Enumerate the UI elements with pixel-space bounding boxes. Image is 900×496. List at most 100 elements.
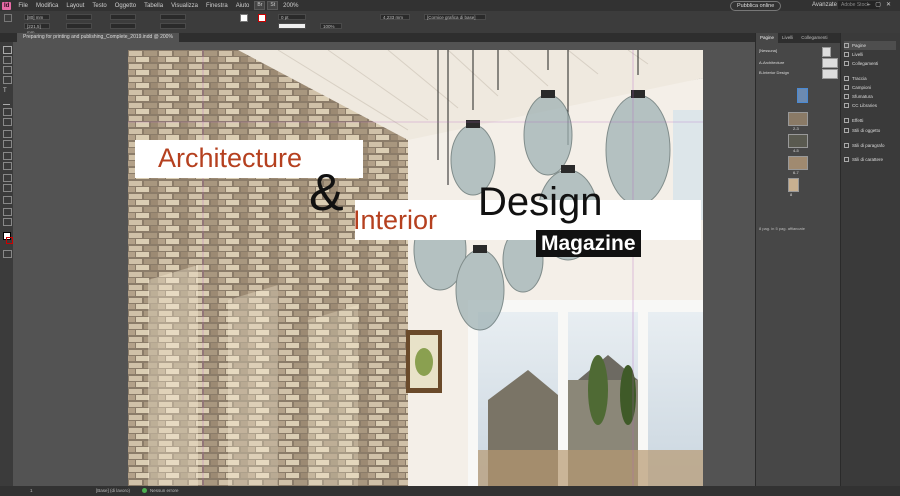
document-tab[interactable]: Preparing for printing and publishing_Co…	[17, 33, 179, 42]
master-none[interactable]: [Nessuna]	[759, 48, 777, 53]
rectangle-frame-tool-icon[interactable]	[3, 130, 12, 138]
spread-4-5-label: 4-5	[793, 148, 799, 153]
master-a-architecture[interactable]: A-Architecture	[759, 60, 784, 65]
fill-swatch-icon[interactable]	[240, 14, 248, 22]
page-tool-icon[interactable]	[3, 66, 12, 74]
stroke-weight-field[interactable]: 0 pt	[278, 14, 306, 20]
rectangle-tool-icon[interactable]	[3, 140, 12, 148]
stroke-swatch-icon[interactable]	[258, 14, 266, 22]
line-tool-icon[interactable]	[3, 98, 10, 105]
master-a-thumb[interactable]	[822, 58, 838, 68]
master-none-thumb[interactable]	[822, 47, 831, 57]
note-tool-icon[interactable]	[3, 184, 12, 192]
tab-pages[interactable]: Pagine	[756, 33, 779, 43]
magazine-cover-page[interactable]: Architecture & Interior Design Magazine	[128, 50, 703, 486]
panel-cc-libraries[interactable]: CC Libraries	[844, 101, 877, 110]
panel-layers[interactable]: Livelli	[844, 50, 863, 59]
page-1-thumb[interactable]	[797, 88, 808, 103]
document-tab-bar: Preparing for printing and publishing_Co…	[0, 33, 755, 42]
menu-finestra[interactable]: Finestra	[202, 3, 232, 9]
menu-oggetto[interactable]: Oggetto	[111, 3, 140, 9]
menu-file[interactable]: File	[14, 3, 32, 9]
rotation-field[interactable]	[160, 14, 186, 20]
view-mode-icon[interactable]	[3, 250, 12, 258]
zoom-level[interactable]: 200%	[279, 3, 302, 9]
panel-pages[interactable]: Pagine	[844, 41, 896, 50]
menu-modifica[interactable]: Modifica	[32, 3, 62, 9]
tab-layers[interactable]: Livelli	[778, 33, 797, 43]
menu-testo[interactable]: Testo	[88, 3, 110, 9]
opacity-field[interactable]: 100%	[320, 23, 342, 29]
control-bar: [80] mm [221,5] mm 0 pt 100% 4,233 mm [C…	[0, 11, 900, 35]
stock-button[interactable]: St	[267, 1, 279, 10]
workspace-switcher[interactable]: Avanzate	[812, 0, 837, 11]
page-number-field[interactable]: 1	[30, 488, 33, 494]
panel-object-styles[interactable]: Stili di oggetto	[844, 126, 880, 135]
tools-panel: T	[0, 42, 14, 486]
layers-icon	[844, 52, 849, 57]
hand-tool-icon[interactable]	[3, 208, 12, 216]
panel-swatches[interactable]: Campioni	[844, 83, 871, 92]
object-style-select[interactable]: [Cornice grafica di base]	[424, 14, 486, 20]
height-field[interactable]	[66, 23, 92, 29]
menu-visualizza[interactable]: Visualizza	[167, 3, 202, 9]
menu-tabella[interactable]: Tabella	[140, 3, 167, 9]
panel-dock: Pagine Livelli Collegamenti Traccia Camp…	[840, 33, 900, 486]
cover-title-design[interactable]: Design	[478, 180, 603, 225]
preflight-status-icon	[142, 488, 147, 493]
menu-layout[interactable]: Layout	[62, 3, 88, 9]
y-position-field[interactable]: [221,5] mm	[24, 23, 50, 35]
x-position-field[interactable]: [80] mm	[24, 14, 50, 20]
zoom-tool-icon[interactable]	[3, 218, 12, 226]
shear-field[interactable]	[160, 23, 186, 29]
menu-aiuto[interactable]: Aiuto	[232, 3, 254, 9]
cover-title-interior[interactable]: Interior	[353, 205, 437, 236]
pen-tool-icon[interactable]	[3, 108, 12, 116]
document-canvas[interactable]: Architecture & Interior Design Magazine	[13, 42, 755, 486]
master-b-interior-design[interactable]: B-Interior Design	[759, 70, 789, 75]
scale-y-field[interactable]	[110, 23, 136, 29]
pencil-tool-icon[interactable]	[3, 118, 12, 126]
free-transform-tool-icon[interactable]	[3, 162, 12, 170]
selection-tool-icon[interactable]	[3, 46, 12, 54]
spread-4-5-thumb[interactable]	[788, 134, 808, 148]
object-styles-icon	[844, 128, 849, 133]
cover-magazine-badge[interactable]: Magazine	[536, 230, 641, 257]
page-8-thumb[interactable]	[788, 178, 799, 192]
window-controls[interactable]: –▢✕	[867, 0, 896, 11]
panel-paragraph-styles[interactable]: Stili di paragrafo	[844, 141, 885, 150]
bridge-button[interactable]: Br	[254, 1, 266, 10]
master-b-thumb[interactable]	[822, 69, 838, 79]
publish-online-button[interactable]: Pubblica online	[730, 1, 782, 11]
pages-icon	[844, 43, 849, 48]
effects-icon	[844, 118, 849, 123]
preflight-profile[interactable]: [Base] (di lavoro)	[96, 488, 130, 494]
panel-stroke[interactable]: Traccia	[844, 74, 867, 83]
gradient-tool-icon[interactable]	[3, 174, 12, 182]
reference-point-icon[interactable]	[4, 14, 12, 22]
scale-x-field[interactable]	[110, 14, 136, 20]
status-bar: 1 [Base] (di lavoro) Nessun errore	[0, 486, 900, 496]
gap-tool-icon[interactable]	[3, 76, 12, 84]
panel-links[interactable]: Collegamenti	[844, 59, 878, 68]
width-field[interactable]	[66, 14, 92, 20]
panel-gradient[interactable]: Sfumatura	[844, 92, 873, 101]
spread-2-3-thumb[interactable]	[788, 112, 808, 126]
eyedropper-tool-icon[interactable]	[3, 196, 12, 204]
spread-6-7-thumb[interactable]	[788, 156, 808, 170]
pages-status: 8 pag. in 5 pag. affiancate	[759, 226, 805, 231]
panel-character-styles[interactable]: Stili di carattere	[844, 155, 883, 164]
stroke-type-select[interactable]	[278, 23, 306, 29]
stroke-color-icon[interactable]	[6, 237, 13, 244]
scissors-tool-icon[interactable]	[3, 152, 12, 160]
menu-bar: Id File Modifica Layout Testo Oggetto Ta…	[0, 0, 900, 11]
direct-selection-tool-icon[interactable]	[3, 56, 12, 64]
tab-links[interactable]: Collegamenti	[797, 33, 831, 43]
cover-title-architecture[interactable]: Architecture	[158, 143, 302, 174]
cover-ampersand[interactable]: &	[309, 167, 344, 219]
type-tool-icon[interactable]: T	[3, 88, 10, 94]
preflight-errors[interactable]: Nessun errore	[150, 488, 179, 494]
panel-effects[interactable]: Effetti	[844, 116, 863, 125]
dimension-field[interactable]: 4,233 mm	[380, 14, 410, 20]
character-styles-icon	[844, 157, 849, 162]
